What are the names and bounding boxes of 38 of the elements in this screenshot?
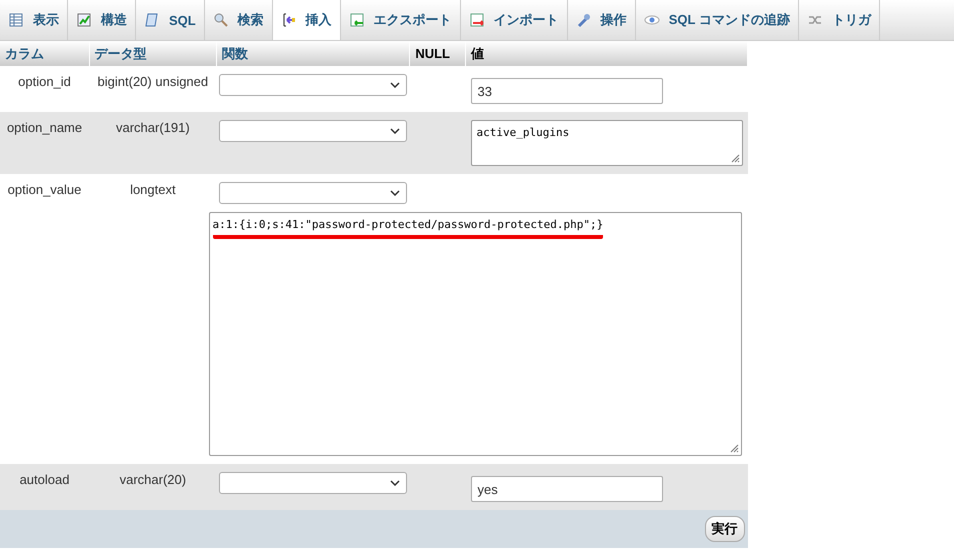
- column-header[interactable]: データ型: [89, 41, 217, 66]
- function-select[interactable]: [218, 120, 407, 142]
- tab-icon: [144, 12, 160, 28]
- tab-icon: [212, 12, 229, 28]
- tab-icon: [8, 12, 24, 28]
- tab-icon: [76, 12, 92, 28]
- column-name: option_name: [0, 112, 90, 174]
- caret-icon: [390, 82, 400, 88]
- tab-icon: [576, 12, 592, 28]
- resize-handle-icon[interactable]: [730, 153, 740, 163]
- tab-icon: [348, 12, 365, 28]
- data-type: varchar(20): [89, 464, 217, 510]
- value-field[interactable]: 33: [470, 78, 662, 104]
- column-name: autoload: [0, 464, 90, 510]
- data-type: longtext: [89, 174, 217, 212]
- column-name: option_value: [0, 174, 90, 212]
- resize-handle-icon[interactable]: [728, 443, 738, 453]
- underlined-text: a:1:{i:0;s:41:"password-protected/password-protected.php";}: [212, 218, 604, 239]
- function-select[interactable]: [218, 472, 407, 494]
- caret-icon: [390, 480, 400, 486]
- function-select[interactable]: [218, 74, 407, 96]
- value-field[interactable]: active_plugins: [470, 120, 742, 166]
- tab-icon: [280, 12, 297, 28]
- value-field[interactable]: yes: [470, 476, 662, 502]
- value-field[interactable]: a:1:{i:0;s:41:"password-protected/password-protected.php";}: [208, 212, 742, 456]
- tab[interactable]: 挿入: [272, 0, 341, 40]
- function-select[interactable]: [218, 182, 407, 204]
- tab-icon: [468, 12, 485, 28]
- column-header: 値: [466, 41, 748, 66]
- column-header: NULL: [410, 41, 466, 66]
- caret-icon: [390, 190, 400, 196]
- column-header[interactable]: カラム: [0, 41, 90, 66]
- data-type: varchar(191): [89, 112, 217, 174]
- column-name: option_id: [0, 66, 90, 112]
- caret-icon: [390, 128, 400, 134]
- data-type: bigint(20) unsigned: [89, 66, 217, 112]
- column-header[interactable]: 関数: [216, 41, 410, 66]
- execute-button[interactable]: 実行: [704, 516, 744, 542]
